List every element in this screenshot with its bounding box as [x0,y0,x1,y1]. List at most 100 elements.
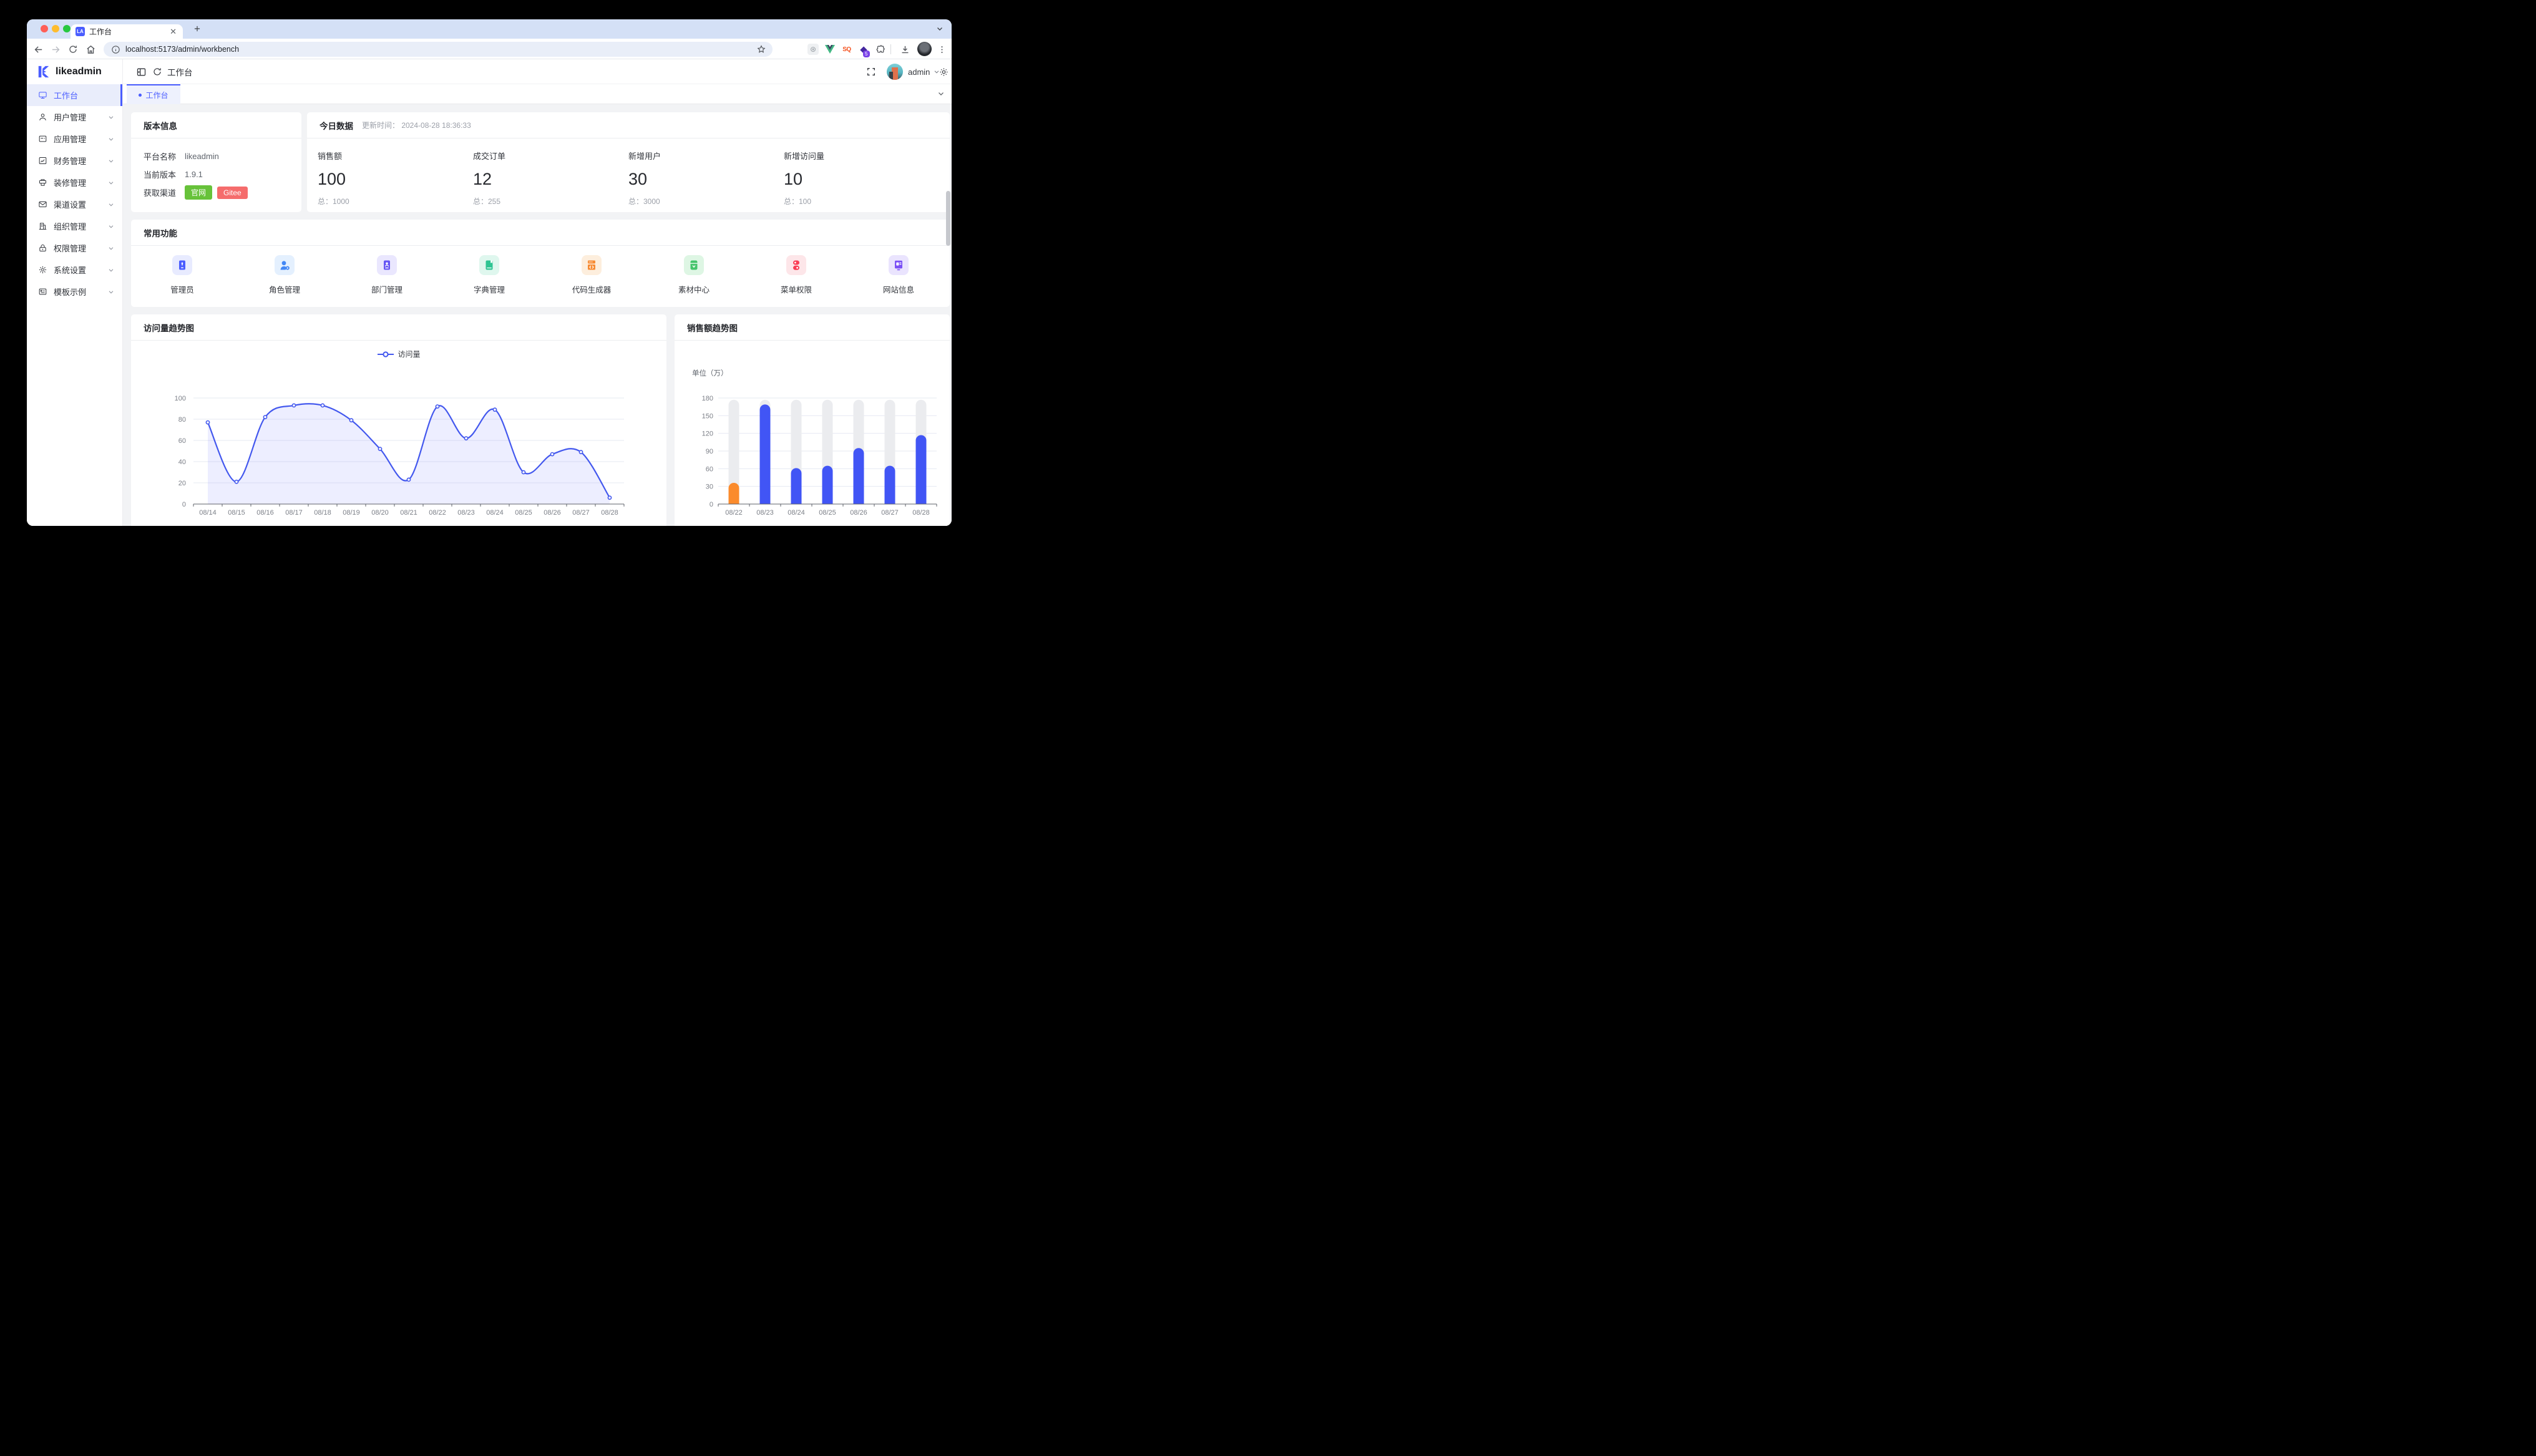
likeadmin-logo-icon [37,65,51,79]
browser-tabstrip: LA 工作台 ✕ [27,19,952,39]
tab-close-icon[interactable]: ✕ [168,26,178,37]
sidebar-item-permission[interactable]: 权限管理 [27,237,122,259]
sidebar-item-label: 用户管理 [54,111,107,123]
svg-text:08/17: 08/17 [285,509,303,517]
browser-tab[interactable]: LA 工作台 ✕ [71,24,183,39]
address-bar[interactable]: localhost:5173/admin/workbench [104,42,773,57]
sidebar-item-finance[interactable]: 财务管理 [27,150,122,172]
quick-item-label: 网站信息 [883,283,914,295]
version-card: 版本信息 平台名称 likeadmin 当前版本 1.9.1 获取渠道 官网 [131,112,301,212]
sidebar-item-decoration[interactable]: 装修管理 [27,172,122,193]
svg-text:08/26: 08/26 [850,509,867,517]
svg-text:08/18: 08/18 [314,509,331,517]
quick-item-素材中心[interactable]: 素材中心 [643,255,745,295]
download-icon[interactable] [899,43,911,56]
refresh-page-icon[interactable] [152,66,163,77]
chevron-down-icon [107,135,115,143]
fullscreen-icon[interactable] [866,66,877,77]
gem-extension-icon[interactable]: ◆5 [857,43,870,56]
legend-line-marker-icon [377,351,394,358]
app-icon [38,134,48,144]
sidebar-item-user[interactable]: 用户管理 [27,106,122,128]
content-scrollbar[interactable] [946,191,950,246]
svg-text:08/28: 08/28 [912,509,930,517]
sidebar-item-label: 工作台 [54,89,115,101]
quick-item-字典管理[interactable]: 字典管理 [438,255,540,295]
gitee-button[interactable]: Gitee [217,187,248,199]
lock-icon [38,243,48,253]
version-card-title: 版本信息 [144,119,177,132]
building-icon [38,221,48,231]
browser-menu-kebab-icon[interactable] [935,43,948,56]
new-tab-button[interactable] [190,22,204,36]
quick-item-网站信息[interactable]: 网站信息 [847,255,950,295]
sidebar-item-channel[interactable]: 渠道设置 [27,193,122,215]
tab-workbench[interactable]: 工作台 [127,84,180,104]
svg-text:120: 120 [702,430,713,438]
browser-toolbar: localhost:5173/admin/workbench ⊛ SQ ◆5 [27,39,952,59]
sidebar-item-label: 装修管理 [54,177,107,188]
tab-search-chevron-icon[interactable] [935,24,944,36]
extensions-puzzle-icon[interactable] [874,43,887,56]
sidebar-item-organization[interactable]: 组织管理 [27,215,122,237]
sidebar-item-application[interactable]: 应用管理 [27,128,122,150]
official-site-button[interactable]: 官网 [185,185,212,200]
visits-legend[interactable]: 访问量 [131,349,666,359]
stat-成交订单: 成交订单 12 总：255 [473,150,628,206]
react-devtools-icon[interactable]: ⊛ [807,43,819,56]
reload-icon[interactable] [67,43,79,56]
browser-window: LA 工作台 ✕ localhost:5173/admin/workbench [27,19,952,526]
quick-item-管理员[interactable]: 管理员 [131,255,233,295]
home-icon[interactable] [84,43,97,56]
sidebar-item-label: 模板示例 [54,286,107,298]
browser-profile-avatar[interactable] [917,42,932,56]
sales-bar-chart[interactable]: 单位（万）030609012015018008/2208/2308/2408/2… [675,364,950,526]
app-logo[interactable]: likeadmin [27,59,122,84]
chevron-down-icon [107,201,115,208]
mac-close-button[interactable] [41,25,48,32]
quick-item-代码生成器[interactable]: 代码生成器 [540,255,643,295]
svg-text:单位（万）: 单位（万） [692,369,728,377]
user-avatar[interactable] [887,64,903,80]
monitor-icon [38,90,48,100]
stat-total: 总：255 [473,196,628,206]
settings-gear-icon[interactable] [938,66,949,77]
svg-text:0: 0 [710,501,713,508]
svg-text:20: 20 [178,480,186,487]
visits-chart-title: 访问量趋势图 [144,321,194,334]
quick-card-title: 常用功能 [144,226,177,239]
svg-text:08/22: 08/22 [725,509,743,517]
bookmark-star-icon[interactable] [755,43,768,56]
sidebar-item-label: 财务管理 [54,155,107,167]
back-icon[interactable] [32,43,44,56]
material-icon [684,255,704,275]
forward-icon[interactable] [49,43,62,56]
mac-minimize-button[interactable] [52,25,59,32]
stat-label: 销售额 [318,150,473,162]
chevron-down-icon [107,288,115,296]
stat-label: 新增用户 [628,150,784,162]
collapse-sidebar-icon[interactable] [135,66,147,77]
quick-item-菜单权限[interactable]: 菜单权限 [745,255,847,295]
gear-icon [38,265,48,275]
info-icon[interactable] [111,45,120,54]
sidebar-item-system[interactable]: 系统设置 [27,259,122,281]
svg-text:150: 150 [702,412,713,420]
username-dropdown[interactable]: admin [908,59,940,84]
sidebar-item-workbench[interactable]: 工作台 [27,84,122,106]
sidebar-item-template[interactable]: 模板示例 [27,281,122,303]
svg-text:100: 100 [175,395,186,402]
quick-item-角色管理[interactable]: 角色管理 [233,255,336,295]
vue-devtools-icon[interactable] [824,43,836,56]
mac-zoom-button[interactable] [63,25,71,32]
sq-extension-icon[interactable]: SQ [841,43,853,56]
chevron-down-icon [107,157,115,165]
svg-text:08/23: 08/23 [756,509,774,517]
stat-新增访问量: 新增访问量 10 总：100 [784,150,939,206]
admin-app: likeadmin 工作台用户管理应用管理财务管理装修管理渠道设置组织管理权限管… [27,59,952,526]
username-text: admin [908,67,930,77]
tab-title: 工作台 [89,26,168,37]
tabs-chevron-down-icon[interactable] [937,89,945,101]
quick-item-部门管理[interactable]: 部门管理 [336,255,438,295]
visits-line-chart[interactable]: 02040608010008/1408/1508/1608/1708/1808/… [131,364,666,526]
